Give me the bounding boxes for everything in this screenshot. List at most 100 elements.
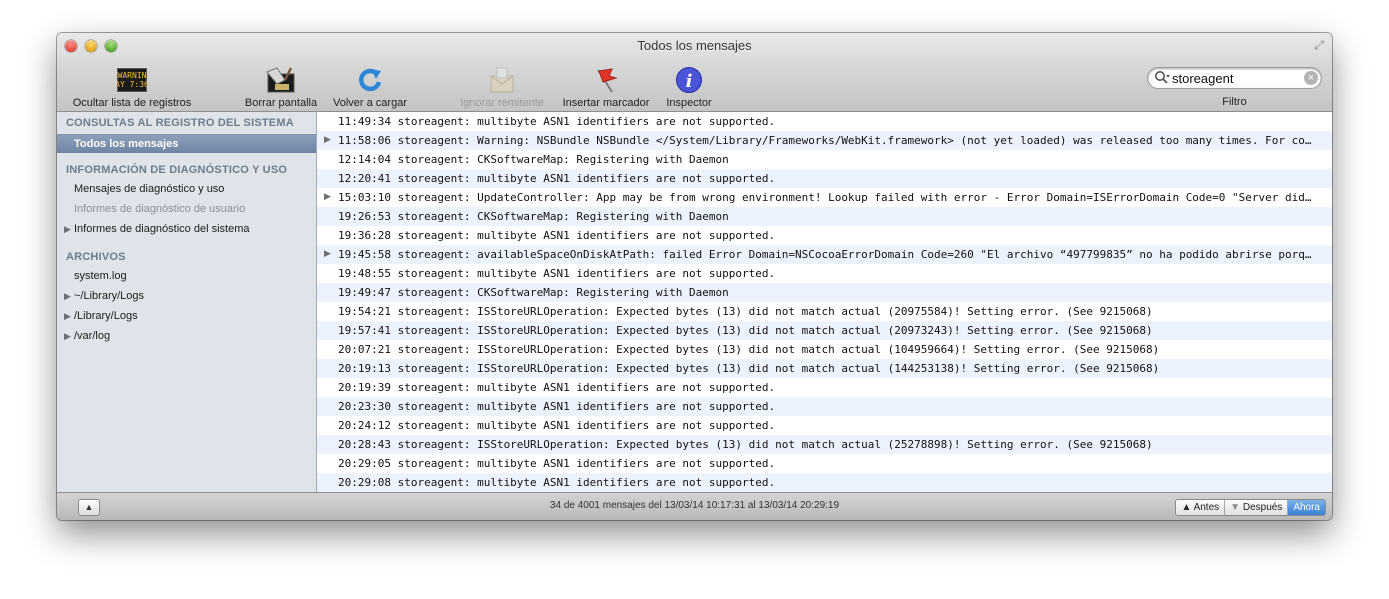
later-button[interactable]: ▼ Después	[1224, 500, 1288, 515]
info-icon: i	[676, 67, 702, 93]
sidebar-item-system-log[interactable]: system.log	[74, 267, 127, 286]
inspector-label: Inspector	[666, 97, 712, 109]
search-icon[interactable]	[1154, 70, 1170, 86]
window-title: Todos los mensajes	[637, 38, 752, 53]
sidebar-item-label: Informes de diagnóstico de usuario	[74, 203, 246, 215]
sidebar-item-label: Informes de diagnóstico del sistema	[74, 223, 250, 235]
log-row-text: 19:26:53 storeagent: CKSoftwareMap: Regi…	[338, 210, 729, 223]
disclosure-triangle-icon[interactable]: ▶	[324, 131, 331, 150]
disclosure-triangle-icon[interactable]: ▶	[64, 220, 71, 239]
sidebar-header-files: ARCHIVOS	[66, 251, 126, 263]
log-row-text: 20:28:43 storeagent: ISStoreURLOperation…	[338, 438, 1153, 451]
log-row[interactable]: 20:24:12 storeagent: multibyte ASN1 iden…	[317, 416, 1332, 435]
svg-text:i: i	[686, 71, 693, 92]
clear-search-icon[interactable]: ×	[1304, 71, 1318, 85]
search-field[interactable]: ×	[1148, 68, 1321, 88]
insert-marker-label: Insertar marcador	[562, 97, 650, 109]
clear-display-button[interactable]: Borrar pantalla	[240, 64, 322, 109]
log-row-text: 12:14:04 storeagent: CKSoftwareMap: Regi…	[338, 153, 729, 166]
sidebar-item-label: /var/log	[74, 330, 111, 342]
sidebar-header-system-queries: CONSULTAS AL REGISTRO DEL SISTEMA	[66, 117, 294, 129]
earlier-label: Antes	[1193, 502, 1220, 513]
ignore-sender-button[interactable]: Ignorar remitente	[453, 64, 551, 109]
title-toolbar: Todos los mensajes ⤢ WARNIN AY 7:36 Ocul…	[57, 33, 1332, 112]
disclosure-triangle-icon[interactable]: ▶	[64, 287, 71, 306]
log-row[interactable]: 12:14:04 storeagent: CKSoftwareMap: Regi…	[317, 150, 1332, 169]
log-row[interactable]: ▶ 11:58:06 storeagent: Warning: NSBundle …	[317, 131, 1332, 150]
sidebar-header-diagnostics: INFORMACIÓN DE DIAGNÓSTICO Y USO	[66, 164, 288, 176]
log-row-text: 20:23:30 storeagent: multibyte ASN1 iden…	[338, 400, 776, 413]
log-row[interactable]: 11:49:34 storeagent: multibyte ASN1 iden…	[317, 112, 1332, 131]
reload-icon	[359, 68, 382, 92]
log-row[interactable]: 20:28:43 storeagent: ISStoreURLOperation…	[317, 435, 1332, 454]
log-row-text: 20:19:39 storeagent: multibyte ASN1 iden…	[338, 381, 776, 394]
sidebar-item-var-log[interactable]: ▶ /var/log	[64, 327, 111, 346]
sidebar-item-user-library-logs[interactable]: ▶ ~/Library/Logs	[64, 287, 145, 306]
filter-label: Filtro	[1222, 96, 1247, 108]
sidebar: CONSULTAS AL REGISTRO DEL SISTEMA Todos …	[57, 112, 317, 492]
log-display-icon: WARNIN AY 7:36	[117, 68, 147, 92]
time-navigation-control: ▲ Antes ▼ Después Ahora	[1175, 499, 1326, 516]
log-row[interactable]: 20:19:13 storeagent: ISStoreURLOperation…	[317, 359, 1332, 378]
log-row[interactable]: 20:07:21 storeagent: ISStoreURLOperation…	[317, 340, 1332, 359]
ignore-sender-label: Ignorar remitente	[460, 97, 544, 109]
inspector-button[interactable]: i Inspector	[660, 64, 718, 109]
log-row-text: 19:48:55 storeagent: multibyte ASN1 iden…	[338, 267, 776, 280]
disclosure-triangle-icon[interactable]: ▶	[64, 307, 71, 326]
reload-label: Volver a cargar	[333, 97, 407, 109]
log-row[interactable]: ▶ 19:45:58 storeagent: availableSpaceOnDi…	[317, 245, 1332, 264]
sidebar-item-label: /Library/Logs	[74, 310, 138, 322]
log-row[interactable]: 12:20:41 storeagent: multibyte ASN1 iden…	[317, 169, 1332, 188]
log-row-text: 19:49:47 storeagent: CKSoftwareMap: Regi…	[338, 286, 729, 299]
sidebar-item-label: Mensajes de diagnóstico y uso	[74, 183, 225, 195]
flag-icon	[597, 68, 618, 93]
log-row-text: 19:36:28 storeagent: multibyte ASN1 iden…	[338, 229, 776, 242]
sidebar-item-all-messages[interactable]: Todos los mensajes	[57, 134, 316, 153]
console-window: Todos los mensajes ⤢ WARNIN AY 7:36 Ocul…	[57, 33, 1332, 520]
log-row-text: 20:19:13 storeagent: ISStoreURLOperation…	[338, 362, 1160, 375]
log-row-text: 20:29:05 storeagent: multibyte ASN1 iden…	[338, 457, 776, 470]
log-row-text: 11:58:06 storeagent: Warning: NSBundle N…	[338, 134, 1314, 147]
hide-log-list-button[interactable]: WARNIN AY 7:36 Ocultar lista de registro…	[67, 64, 197, 109]
fullscreen-icon[interactable]: ⤢	[1312, 38, 1326, 52]
sidebar-item-diagnostic-messages[interactable]: Mensajes de diagnóstico y uso	[74, 180, 224, 199]
log-row-text: 19:54:21 storeagent: ISStoreURLOperation…	[338, 305, 1153, 318]
log-row-text: 20:24:12 storeagent: multibyte ASN1 iden…	[338, 419, 776, 432]
log-icon-line1: WARNIN	[118, 71, 147, 80]
log-row[interactable]: 20:29:08 storeagent: multibyte ASN1 iden…	[317, 473, 1332, 492]
log-row[interactable]: 20:23:30 storeagent: multibyte ASN1 iden…	[317, 397, 1332, 416]
search-input[interactable]	[1172, 69, 1300, 87]
log-row-text: 20:29:08 storeagent: multibyte ASN1 iden…	[338, 476, 776, 489]
log-row-text: 12:20:41 storeagent: multibyte ASN1 iden…	[338, 172, 776, 185]
log-row[interactable]: 19:57:41 storeagent: ISStoreURLOperation…	[317, 321, 1332, 340]
log-row[interactable]: 19:26:53 storeagent: CKSoftwareMap: Regi…	[317, 207, 1332, 226]
clear-display-label: Borrar pantalla	[244, 97, 318, 109]
reload-button[interactable]: Volver a cargar	[329, 64, 411, 109]
ignore-sender-icon	[490, 67, 514, 93]
log-row-text: 19:57:41 storeagent: ISStoreURLOperation…	[338, 324, 1153, 337]
log-message-list[interactable]: 11:49:34 storeagent: multibyte ASN1 iden…	[317, 112, 1332, 492]
log-row[interactable]: ▶ 15:03:10 storeagent: UpdateController: …	[317, 188, 1332, 207]
log-icon-line2: AY 7:36	[117, 80, 147, 89]
log-row[interactable]: 19:54:21 storeagent: ISStoreURLOperation…	[317, 302, 1332, 321]
now-button[interactable]: Ahora	[1287, 500, 1325, 515]
sidebar-item-label: Todos los mensajes	[74, 138, 179, 150]
message-count-status: 34 de 4001 mensajes del 13/03/14 10:17:3…	[549, 500, 840, 511]
disclosure-triangle-icon[interactable]: ▶	[324, 188, 331, 207]
sidebar-item-user-diagnostic-reports[interactable]: Informes de diagnóstico de usuario	[74, 200, 245, 219]
log-row[interactable]: 19:49:47 storeagent: CKSoftwareMap: Regi…	[317, 283, 1332, 302]
log-row[interactable]: 19:36:28 storeagent: multibyte ASN1 iden…	[317, 226, 1332, 245]
sidebar-item-library-logs[interactable]: ▶ /Library/Logs	[64, 307, 138, 326]
insert-marker-button[interactable]: Insertar marcador	[556, 64, 656, 109]
sidebar-item-label: ~/Library/Logs	[74, 290, 145, 302]
disclosure-triangle-icon[interactable]: ▶	[324, 245, 331, 264]
earlier-button[interactable]: ▲ Antes	[1176, 500, 1225, 515]
log-row[interactable]: 20:19:39 storeagent: multibyte ASN1 iden…	[317, 378, 1332, 397]
log-row-text: 19:45:58 storeagent: availableSpaceOnDis…	[338, 248, 1314, 261]
hide-log-list-label: Ocultar lista de registros	[72, 97, 192, 109]
log-row[interactable]: 20:29:05 storeagent: multibyte ASN1 iden…	[317, 454, 1332, 473]
log-row[interactable]: 19:48:55 storeagent: multibyte ASN1 iden…	[317, 264, 1332, 283]
later-label: Después	[1242, 502, 1283, 513]
sidebar-item-system-diagnostic-reports[interactable]: ▶ Informes de diagnóstico del sistema	[64, 220, 250, 239]
disclosure-triangle-icon[interactable]: ▶	[64, 327, 71, 346]
